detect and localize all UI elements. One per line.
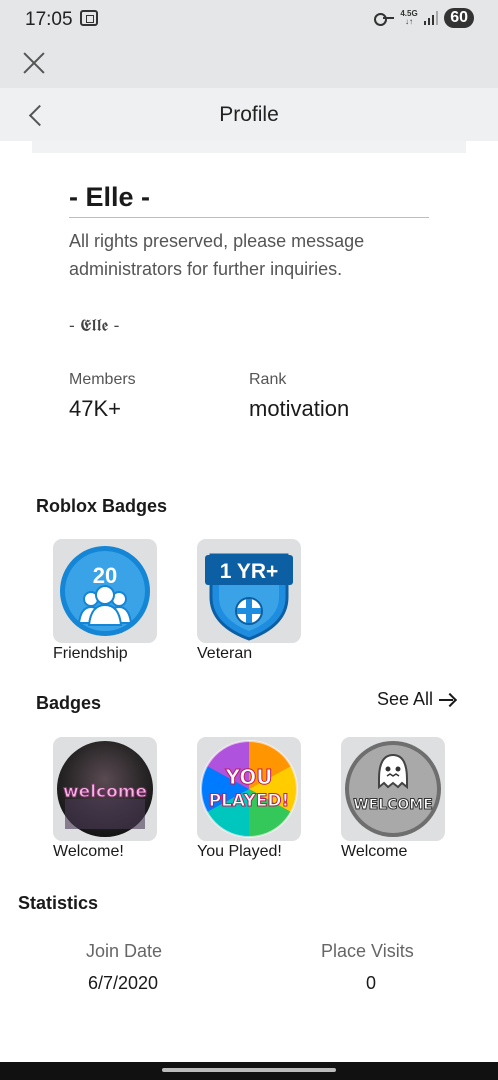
network-indicator: 4.5G ↓↑ [400,10,417,26]
page-title: Profile [219,103,279,126]
badge-welcome[interactable]: welcome [53,737,157,841]
rank-value: motivation [249,396,350,421]
veteran-badge-text: 1 YR+ [220,560,279,583]
badge-ghost-welcome[interactable]: WELCOME [341,737,445,841]
ghost-welcome-badge-text: WELCOME [353,797,433,813]
home-indicator[interactable] [162,1068,336,1072]
badge-label-veteran: Veteran [197,645,253,662]
welcome-badge-text: welcome [63,782,147,802]
status-bar: 17:05 4.5G ↓↑ 60 [0,0,498,38]
friendship-badge-number: 20 [93,563,117,588]
screen-cast-icon [80,10,98,26]
group-signature: - 𝕰𝖑𝖑𝖊 - [69,316,120,336]
close-icon[interactable] [22,51,46,75]
battery-indicator: 60 [444,8,474,28]
join-date-label: Join Date [86,941,163,961]
join-date-value: 6/7/2020 [88,973,159,993]
see-all-link[interactable]: See All [377,689,455,710]
you-played-badge-text-bottom: PLAYED! [209,791,290,811]
group-name: - Elle - [69,182,151,212]
rank-label: Rank [249,371,287,388]
you-played-badge-text-top: YOU [224,765,272,789]
badge-veteran[interactable]: 1 YR+ [197,539,301,643]
place-visits-value: 0 [366,973,377,993]
signal-icon [423,11,439,25]
ghost-welcome-badge-icon: WELCOME [345,741,441,837]
system-nav-bar [0,1062,498,1080]
statistics-title: Statistics [18,893,99,913]
status-time: 17:05 [25,9,73,30]
roblox-badges-title: Roblox Badges [36,496,168,516]
badge-label-ghost-welcome: Welcome [341,843,408,860]
divider [69,217,429,218]
network-arrows: ↓↑ [405,17,414,26]
badge-you-played[interactable]: YOU PLAYED! [197,737,301,841]
friendship-badge-icon: 20 [60,546,150,636]
nav-bar: Profile [0,88,498,141]
place-visits-label: Place Visits [321,941,414,961]
badge-label-welcome: Welcome! [53,843,124,860]
vpn-key-icon [374,12,395,26]
members-value: 47K+ [69,396,121,421]
you-played-badge-icon: YOU PLAYED! [200,740,298,838]
badge-label-you-played: You Played! [197,843,282,860]
badges-title: Badges [36,693,102,713]
webview-close-bar [0,38,498,88]
arrow-right-icon [439,693,455,707]
veteran-badge-icon: 1 YR+ [205,553,293,641]
members-label: Members [69,371,136,388]
group-description: All rights preserved, please message adm… [69,231,365,279]
welcome-badge-icon: welcome [57,741,153,837]
see-all-label: See All [377,689,434,709]
badge-label-friendship: Friendship [53,645,128,662]
status-icons: 4.5G ↓↑ 60 [374,8,474,28]
card-top-edge [32,141,466,153]
badge-friendship[interactable]: 20 [53,539,157,643]
